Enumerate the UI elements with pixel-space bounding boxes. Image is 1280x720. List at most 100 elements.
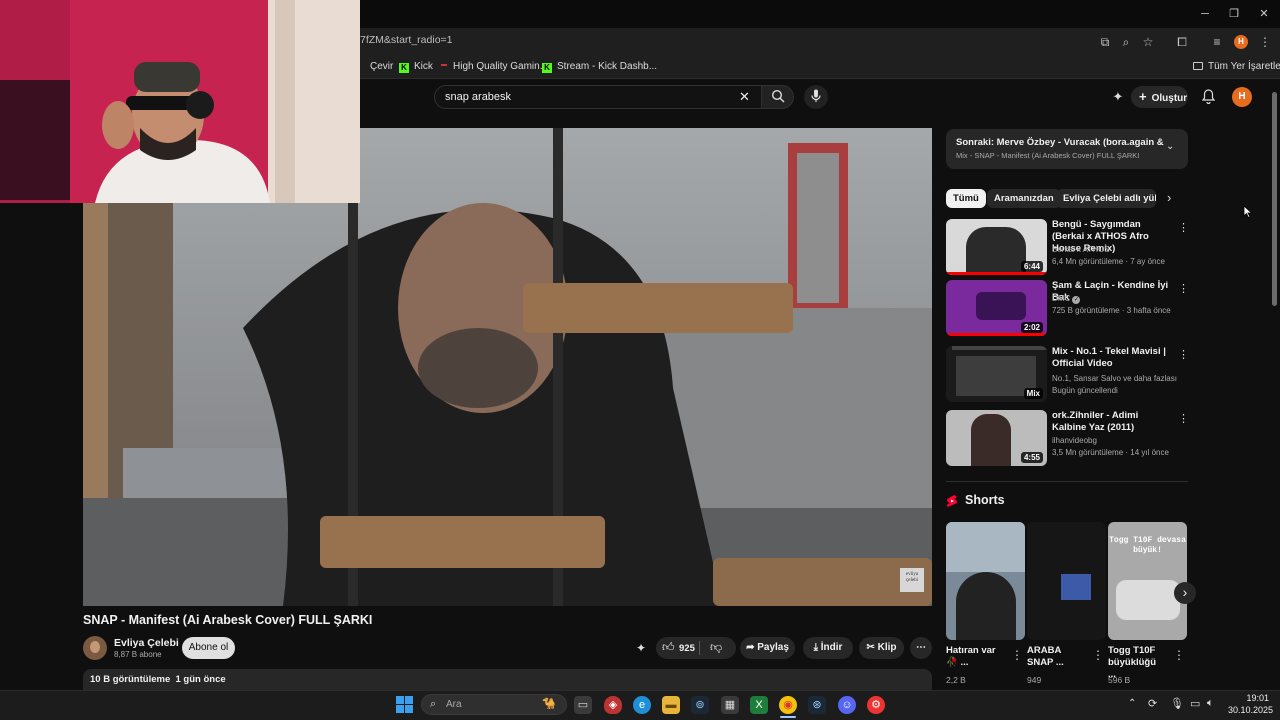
- short-title: ARABA SNAP ...: [1027, 645, 1064, 668]
- more-options-icon[interactable]: ⋮: [1173, 648, 1185, 662]
- tray-chevron-icon[interactable]: ⌃: [1128, 698, 1136, 709]
- more-options-icon[interactable]: ⋮: [1178, 348, 1189, 361]
- kick-icon: K: [399, 63, 409, 73]
- file-explorer-icon[interactable]: ▬: [662, 696, 680, 714]
- more-options-icon[interactable]: ⋮: [1178, 412, 1189, 425]
- shorts-logo-icon: [946, 494, 960, 508]
- chrome-icon[interactable]: ◉: [779, 696, 797, 714]
- short-thumbnail[interactable]: Togg T10F devasa büyük!: [1108, 522, 1187, 640]
- star-bookmark-icon[interactable]: ☆: [1140, 34, 1156, 50]
- maximize-icon[interactable]: ❐: [1224, 6, 1244, 22]
- store-icon[interactable]: ▦: [721, 696, 739, 714]
- recommended-video[interactable]: 4:55 ork.Zihniler - Adimi Kalbine Yaz (2…: [946, 410, 1191, 466]
- video-title: SNAP - Manifest (Ai Arabesk Cover) FULL …: [83, 613, 373, 627]
- video-thumbnail[interactable]: Mix: [946, 346, 1047, 402]
- up-next-subtitle: Mix - SNAP - Manifest (Ai Arabesk Cover)…: [956, 151, 1140, 160]
- download-button[interactable]: ⤓ İndir: [803, 637, 853, 659]
- bookmark-kick-dashboard[interactable]: K Stream - Kick Dashb...: [542, 59, 657, 75]
- video-thumbnail[interactable]: 4:55: [946, 410, 1047, 466]
- recommended-video[interactable]: 2:02 Şam & Laçin - Kendine İyi Bak DMC ✓…: [946, 280, 1191, 336]
- microphone-tray-icon[interactable]: 🎙︎: [1170, 697, 1184, 710]
- account-avatar[interactable]: H: [1232, 87, 1252, 107]
- video-thumbnail[interactable]: 6:44: [946, 219, 1047, 275]
- kick-icon: K: [542, 63, 552, 73]
- install-app-icon[interactable]: ⧉: [1097, 34, 1113, 50]
- close-window-icon[interactable]: ✕: [1254, 6, 1274, 22]
- ai-assist-icon[interactable]: ✦: [636, 641, 650, 655]
- recommended-title: Mix - No.1 - Tekel Mavisi | Official Vid…: [1052, 346, 1166, 369]
- reading-list-icon[interactable]: ≡: [1209, 34, 1225, 50]
- zoom-icon[interactable]: ⌕: [1118, 34, 1134, 50]
- search-button[interactable]: [762, 85, 794, 109]
- network-icon[interactable]: ▭: [1190, 697, 1200, 710]
- chip-from-search[interactable]: Aramanızdan: [987, 189, 1061, 208]
- recommended-meta: 725 B görüntüleme · 3 hafta önce: [1052, 306, 1171, 315]
- chevron-right-icon[interactable]: ›: [1167, 190, 1171, 205]
- duration-badge: 4:55: [1020, 452, 1043, 463]
- short-views: 949: [1027, 675, 1042, 685]
- sync-icon[interactable]: ⟳: [1148, 697, 1157, 710]
- url-text[interactable]: 7fZM&start_radio=1: [360, 34, 453, 46]
- clock-date[interactable]: 30.10.2025: [1221, 705, 1273, 715]
- steam-icon[interactable]: ⊚: [691, 696, 709, 714]
- more-options-icon[interactable]: ⋮: [1092, 648, 1104, 662]
- scrollbar-thumb[interactable]: [1272, 92, 1277, 306]
- chip-all[interactable]: Tümü: [946, 189, 986, 208]
- up-next-title: Sonraki: Merve Özbey - Vuracak (bora.aga…: [956, 137, 1166, 148]
- ai-assist-icon[interactable]: ✦: [1110, 89, 1126, 105]
- chip-uploader[interactable]: Evliya Çelebi adlı yükleyi: [1056, 189, 1156, 208]
- notification-app-icon[interactable]: ⚙: [867, 696, 885, 714]
- browser-menu-icon[interactable]: ⋮: [1257, 34, 1273, 50]
- bookmark-kick[interactable]: K Kick: [399, 59, 433, 75]
- task-view-icon[interactable]: ▭: [574, 696, 592, 714]
- taskbar-search[interactable]: ⌕ Ara 🐪: [421, 694, 567, 715]
- short-thumbnail[interactable]: [946, 522, 1025, 640]
- voice-search-button[interactable]: [804, 85, 828, 109]
- brave-icon[interactable]: ◈: [604, 696, 622, 714]
- divider: [946, 481, 1188, 482]
- video-thumbnail[interactable]: 2:02: [946, 280, 1047, 336]
- channel-avatar[interactable]: [83, 636, 107, 660]
- active-indicator: [780, 716, 796, 718]
- volume-icon[interactable]: 🔈︎: [1207, 697, 1214, 710]
- clip-button[interactable]: ✂ Klip: [859, 637, 904, 659]
- subscribe-button[interactable]: Abone ol: [182, 637, 235, 659]
- notifications-icon[interactable]: [1200, 89, 1216, 105]
- edge-icon[interactable]: e: [633, 696, 651, 714]
- share-button[interactable]: ➦ Paylaş: [740, 637, 795, 659]
- bookmark-high-quality[interactable]: High Quality Gamin...: [441, 59, 548, 75]
- clock-time[interactable]: 19:01: [1229, 693, 1269, 703]
- minimize-icon[interactable]: ─: [1195, 6, 1215, 22]
- dislike-icon[interactable]: 👎︎: [710, 640, 722, 655]
- create-button[interactable]: + Oluştur: [1131, 86, 1188, 108]
- share-icon: ➦: [746, 642, 758, 653]
- browser-profile-avatar[interactable]: H: [1234, 35, 1248, 49]
- all-bookmarks-label: Tüm Yer İşaretleri: [1208, 61, 1280, 72]
- bookmark-cevir[interactable]: Çevir: [370, 59, 393, 75]
- windows-start-icon[interactable]: [396, 696, 413, 713]
- chevron-down-icon[interactable]: ⌄: [1166, 141, 1174, 152]
- up-next-panel[interactable]: Sonraki: Merve Özbey - Vuracak (bora.aga…: [946, 129, 1188, 169]
- search-input[interactable]: snap arabesk ✕: [434, 85, 762, 109]
- short-thumbnail[interactable]: [1027, 522, 1106, 640]
- like-count[interactable]: 925: [679, 643, 695, 654]
- shorts-next-button[interactable]: ›: [1174, 582, 1196, 604]
- more-actions-button[interactable]: ⋯: [910, 637, 932, 659]
- player-watermark: evliya çelebi: [905, 572, 919, 583]
- more-options-icon[interactable]: ⋮: [1011, 648, 1023, 662]
- excel-icon[interactable]: X: [750, 696, 768, 714]
- like-icon[interactable]: 👍︎: [662, 640, 675, 655]
- extensions-icon[interactable]: ⧠: [1174, 34, 1190, 50]
- more-options-icon[interactable]: ⋮: [1178, 221, 1189, 234]
- clear-search-icon[interactable]: ✕: [739, 89, 750, 105]
- discord-icon[interactable]: ☺: [838, 696, 856, 714]
- all-bookmarks[interactable]: Tüm Yer İşaretleri: [1193, 59, 1280, 75]
- download-icon: ⤓: [813, 642, 821, 653]
- channel-name[interactable]: Evliya Çelebi: [114, 637, 179, 649]
- clip-label: Klip: [877, 642, 897, 653]
- verified-icon: ✓: [1072, 296, 1081, 304]
- steam-app-icon[interactable]: ⊛: [808, 696, 826, 714]
- recommended-mix[interactable]: Mix Mix - No.1 - Tekel Mavisi | Official…: [946, 346, 1191, 402]
- recommended-video[interactable]: 6:44 Bengü - Saygımdan (Berkai x ATHOS A…: [946, 219, 1191, 275]
- more-options-icon[interactable]: ⋮: [1178, 282, 1189, 295]
